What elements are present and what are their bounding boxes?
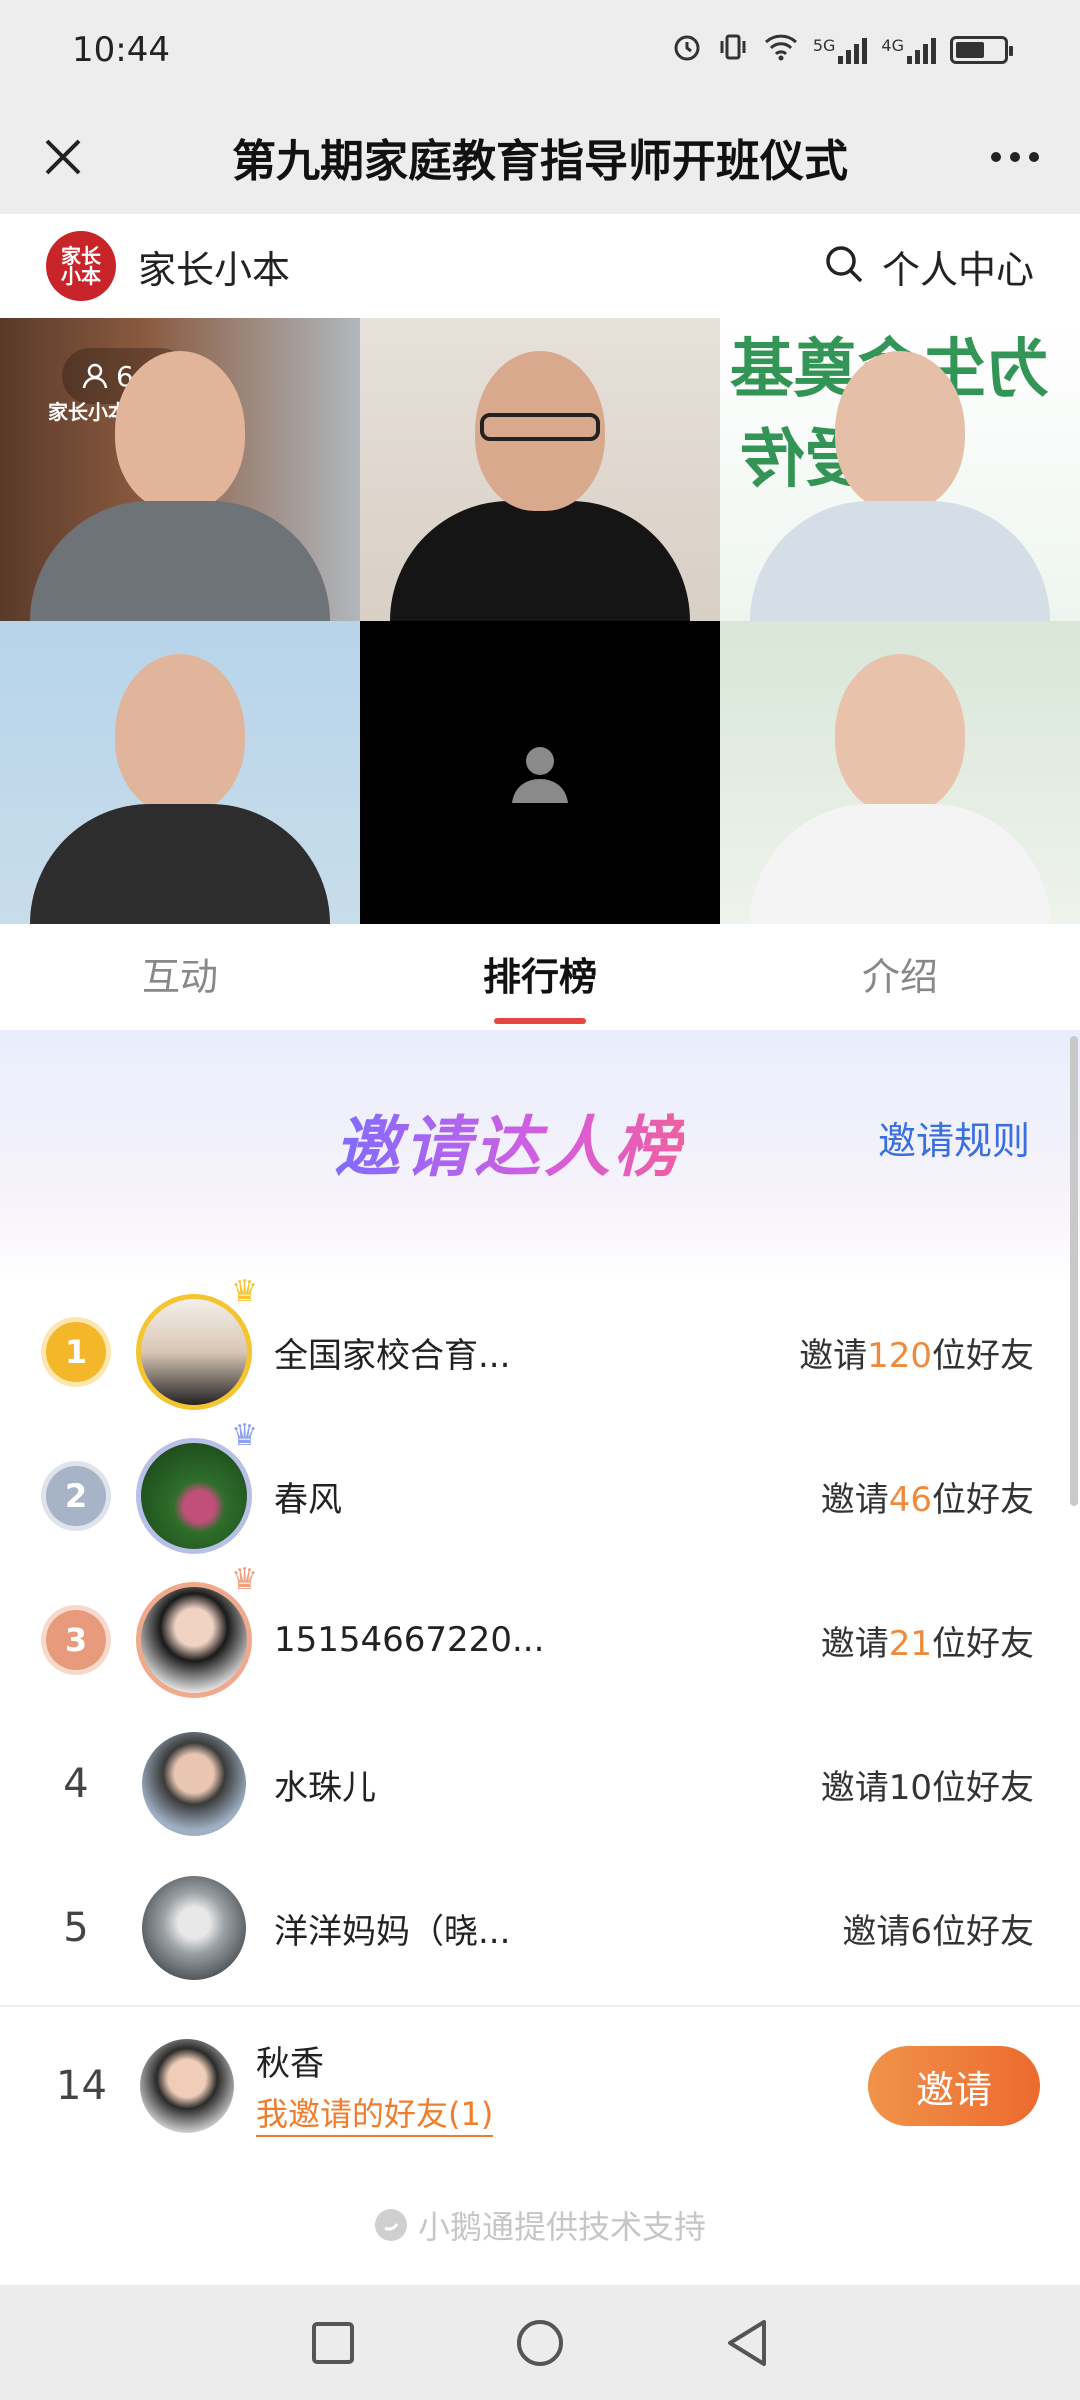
- vibrate-icon: [717, 31, 749, 70]
- alarm-icon: [671, 31, 703, 70]
- video-tile-6[interactable]: [720, 621, 1080, 924]
- header-right: 个人中心: [824, 239, 1034, 294]
- square-icon: [312, 2321, 355, 2364]
- crown-icon: ♛: [231, 1274, 258, 1309]
- leaderboard-panel: 邀请达人榜 邀请规则 1 ♛ 全国家校合育... 邀请120位好友 2 ♛ 春风: [0, 1030, 1080, 2005]
- title-bar: 第九期家庭教育指导师开班仪式: [0, 100, 1080, 214]
- avatar: [136, 1726, 252, 1842]
- avatar: [136, 1870, 252, 1986]
- status-bar: 10:44 5G 4G: [0, 0, 1080, 100]
- rank-number: 5: [63, 1905, 89, 1951]
- video-tile-5[interactable]: [360, 621, 720, 924]
- status-icons: 5G 4G: [671, 31, 1013, 70]
- status-time: 10:44: [72, 30, 170, 70]
- invite-count: 邀请21位好友: [820, 1623, 1034, 1664]
- recents-button[interactable]: [303, 2313, 363, 2373]
- avatar: ♛: [136, 1418, 258, 1554]
- my-info: 秋香 我邀请的好友(1): [256, 2036, 494, 2137]
- my-avatar: [140, 2039, 234, 2133]
- more-button[interactable]: [980, 122, 1050, 192]
- rank-name: 洋洋妈妈（晓...: [274, 1911, 511, 1952]
- avatar: ♛: [136, 1274, 258, 1410]
- participant-figure: [390, 351, 690, 621]
- rank-badge-bronze: 3: [46, 1610, 106, 1670]
- signal-5g-icon: 5G: [813, 36, 868, 64]
- rank-badge-gold: 1: [46, 1322, 106, 1382]
- host-figure: [30, 351, 330, 621]
- battery-icon: [950, 36, 1013, 64]
- rank-row[interactable]: 1 ♛ 全国家校合育... 邀请120位好友: [0, 1274, 1080, 1424]
- close-icon: [45, 139, 81, 175]
- rank-row[interactable]: 2 ♛ 春风 邀请46位好友: [0, 1418, 1080, 1568]
- page-title: 第九期家庭教育指导师开班仪式: [232, 136, 848, 187]
- video-grid: 642 家长小本 为生命奠基 爱传: [0, 318, 1080, 924]
- rank-name: 春风: [274, 1479, 342, 1520]
- signal-4g-icon: 4G: [881, 36, 936, 64]
- home-button[interactable]: [510, 2313, 570, 2373]
- rank-name: 全国家校合育...: [274, 1335, 511, 1376]
- rank-row[interactable]: 3 ♛ 15154667220... 邀请21位好友: [0, 1562, 1080, 1712]
- my-name: 秋香: [256, 2043, 324, 2084]
- tab-interaction[interactable]: 互动: [0, 924, 360, 1030]
- close-button[interactable]: [28, 122, 98, 192]
- participant-figure: [750, 654, 1050, 924]
- wifi-icon: [763, 32, 799, 69]
- user-placeholder-icon: [512, 746, 568, 803]
- video-tile-host[interactable]: 642 家长小本: [0, 318, 360, 621]
- rank-row[interactable]: 5 洋洋妈妈（晓... 邀请6位好友: [0, 1856, 1080, 2000]
- tab-leaderboard[interactable]: 排行榜: [360, 924, 720, 1030]
- back-button[interactable]: [717, 2313, 777, 2373]
- video-tile-4[interactable]: [0, 621, 360, 924]
- participant-figure: [750, 351, 1050, 621]
- avatar: ♛: [136, 1562, 258, 1698]
- powered-by-footer: 小鹅通提供技术支持: [0, 2165, 1080, 2285]
- video-tile-3[interactable]: 为生命奠基 爱传: [720, 318, 1080, 621]
- invite-count: 邀请10位好友: [820, 1767, 1034, 1808]
- battery-fill: [956, 42, 984, 58]
- user-center-link[interactable]: 个人中心: [882, 239, 1034, 294]
- brand-logo[interactable]: 家长 小本: [46, 231, 116, 301]
- invite-count: 邀请6位好友: [842, 1911, 1034, 1952]
- search-icon[interactable]: [824, 244, 864, 288]
- crown-icon: ♛: [231, 1562, 258, 1597]
- brand-name[interactable]: 家长小本: [138, 239, 290, 294]
- invite-rules-link[interactable]: 邀请规则: [878, 1110, 1030, 1165]
- invite-button[interactable]: 邀请: [868, 2046, 1040, 2126]
- rank-number: 4: [63, 1761, 89, 1807]
- video-tile-2[interactable]: [360, 318, 720, 621]
- powered-by-text: 小鹅通提供技术支持: [417, 2208, 706, 2246]
- participant-figure: [30, 654, 330, 924]
- circle-icon: [516, 2319, 563, 2366]
- triangle-back-icon: [727, 2319, 766, 2366]
- app-header: 家长 小本 家长小本 个人中心: [0, 214, 1080, 318]
- rank-row[interactable]: 4 水珠儿 邀请10位好友: [0, 1712, 1080, 1856]
- system-nav-bar: [0, 2285, 1080, 2400]
- tab-introduction[interactable]: 介绍: [720, 924, 1080, 1030]
- rank-name: 水珠儿: [274, 1767, 376, 1808]
- crown-icon: ♛: [231, 1418, 258, 1453]
- xiaoe-logo-icon: [374, 2209, 407, 2241]
- tab-bar: 互动 排行榜 介绍: [0, 924, 1080, 1030]
- more-dots-icon: [991, 152, 1039, 162]
- my-invited-friends-link[interactable]: 我邀请的好友(1): [256, 2089, 494, 2137]
- rank-name: 15154667220...: [274, 1620, 545, 1660]
- brand-logo-text: 家长 小本: [61, 244, 101, 288]
- rank-list: 1 ♛ 全国家校合育... 邀请120位好友 2 ♛ 春风 邀请46位好友 3: [0, 1274, 1080, 2000]
- my-rank-number: 14: [56, 2063, 107, 2109]
- my-rank-row: 14 秋香 我邀请的好友(1) 邀请: [0, 2005, 1080, 2165]
- invite-count: 邀请46位好友: [820, 1479, 1034, 1520]
- invite-count: 邀请120位好友: [799, 1335, 1034, 1376]
- leaderboard-title: 邀请达人榜: [334, 1094, 684, 1190]
- rank-badge-silver: 2: [46, 1466, 106, 1526]
